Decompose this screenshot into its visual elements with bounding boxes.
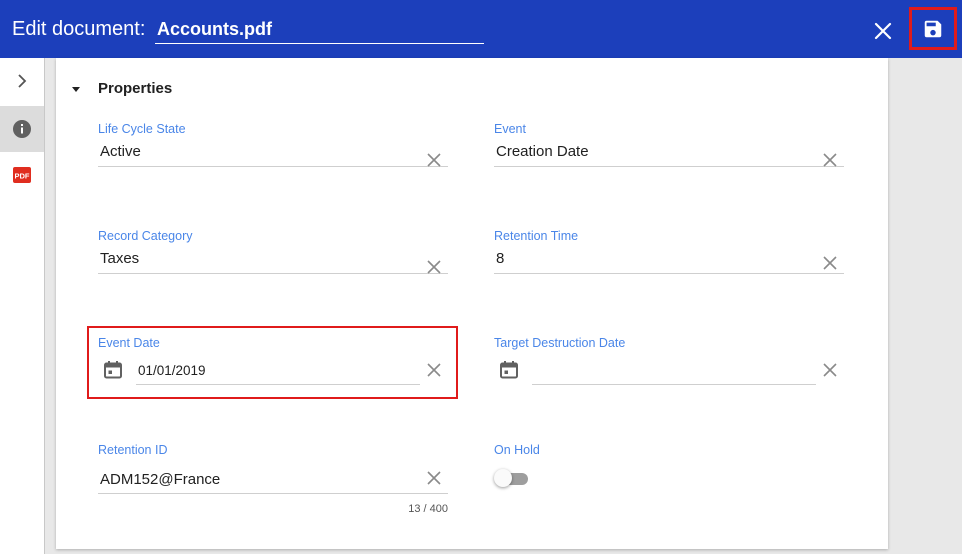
document-name-input[interactable]: Accounts.pdf — [155, 18, 484, 44]
properties-section-toggle[interactable]: Properties — [70, 80, 172, 97]
close-icon — [874, 22, 892, 40]
calendar-icon[interactable] — [499, 360, 519, 380]
info-icon — [13, 120, 31, 138]
svg-text:PDF: PDF — [15, 172, 30, 181]
field-underline — [98, 493, 448, 494]
field-underline — [98, 273, 448, 274]
clear-icon[interactable] — [822, 255, 838, 271]
field-label: Record Category — [98, 229, 193, 243]
app-header: Edit document: Accounts.pdf — [0, 0, 962, 58]
toggle-thumb — [494, 469, 512, 487]
character-counter: 13 / 400 — [408, 503, 448, 515]
field-label: Life Cycle State — [98, 122, 186, 136]
clear-icon[interactable] — [426, 362, 442, 378]
close-button[interactable] — [872, 20, 894, 42]
caret-down-icon — [72, 86, 80, 92]
save-button[interactable] — [909, 7, 957, 50]
field-underline — [494, 273, 844, 274]
dialog-title: Edit document: — [12, 18, 146, 40]
on-hold-field: On Hold — [494, 443, 844, 503]
chevron-right-icon — [18, 74, 27, 88]
clear-icon[interactable] — [822, 152, 838, 168]
pdf-tab[interactable]: PDF — [0, 152, 44, 198]
pdf-icon: PDF — [13, 167, 31, 183]
retention-id-value[interactable]: ADM152@France — [100, 471, 220, 488]
record-category-value[interactable]: Taxes — [100, 250, 139, 267]
properties-panel: Properties Life Cycle State Active Event… — [56, 58, 888, 549]
save-icon — [924, 20, 942, 37]
event-value[interactable]: Creation Date — [496, 143, 589, 160]
clear-icon[interactable] — [426, 152, 442, 168]
field-underline — [136, 384, 420, 385]
clear-icon[interactable] — [426, 470, 442, 486]
retention-id-field[interactable]: Retention ID ADM152@France 13 / 400 — [98, 443, 448, 523]
calendar-icon[interactable] — [103, 360, 123, 380]
field-underline — [98, 166, 448, 167]
field-label: Event — [494, 122, 526, 136]
life-cycle-state-value[interactable]: Active — [100, 143, 141, 160]
field-underline — [532, 384, 816, 385]
field-label: Retention Time — [494, 229, 579, 243]
event-date-value[interactable]: 01/01/2019 — [138, 363, 206, 378]
field-label: Target Destruction Date — [494, 336, 626, 350]
section-title: Properties — [98, 80, 173, 97]
field-underline — [494, 166, 844, 167]
clear-icon[interactable] — [822, 362, 838, 378]
info-tab[interactable] — [0, 106, 44, 152]
on-hold-toggle[interactable] — [494, 467, 530, 487]
clear-icon[interactable] — [426, 259, 442, 275]
field-label: Event Date — [98, 336, 160, 350]
field-label: Retention ID — [98, 443, 168, 457]
field-label: On Hold — [494, 443, 540, 457]
side-rail: PDF — [0, 58, 45, 554]
retention-time-value[interactable]: 8 — [496, 250, 504, 267]
expand-rail-button[interactable] — [0, 58, 44, 104]
